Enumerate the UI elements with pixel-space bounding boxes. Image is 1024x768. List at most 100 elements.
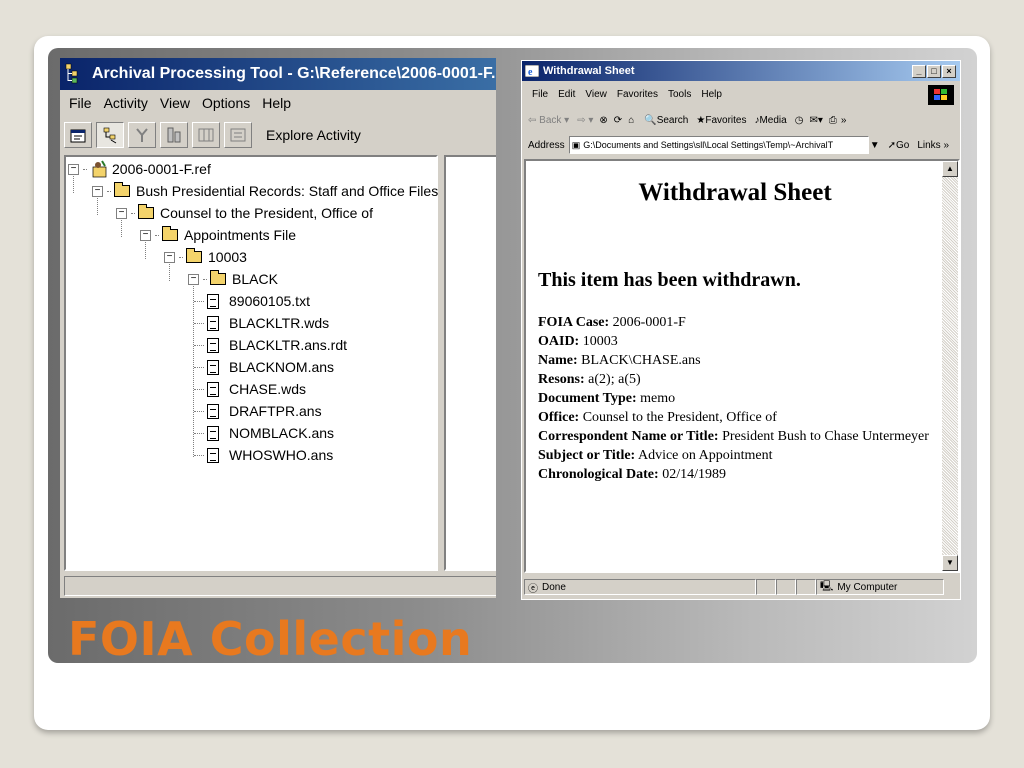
ie-menu-help[interactable]: Help — [701, 89, 722, 100]
document-icon — [207, 381, 219, 397]
apt-menu-file[interactable]: File — [69, 95, 92, 111]
tree-node-series[interactable]: − Bush Presidential Records: Staff and O… — [92, 181, 438, 201]
search-button[interactable]: 🔍Search — [644, 115, 688, 126]
status-text: Done — [542, 581, 566, 593]
history-icon[interactable]: ◷ — [795, 115, 804, 126]
scroll-down-icon[interactable]: ▼ — [942, 555, 958, 571]
minimize-icon[interactable]: _ — [912, 64, 926, 78]
collapse-icon[interactable]: − — [188, 273, 199, 285]
field-document-type: Document Type: memo — [538, 391, 675, 407]
stop-icon[interactable]: ⊗ — [599, 115, 607, 126]
ie-menu-edit[interactable]: Edit — [558, 89, 575, 100]
apt-menu-help[interactable]: Help — [262, 95, 291, 111]
print-icon[interactable]: ⎙ — [829, 115, 837, 126]
toolbar-overflow-icon[interactable]: » — [841, 115, 847, 126]
maximize-icon[interactable]: □ — [927, 64, 941, 78]
tree-label-root: 2006-0001-F.ref — [112, 161, 211, 177]
tree-label-series: Bush Presidential Records: Staff and Off… — [136, 183, 439, 199]
screenshot-frame: Archival Processing Tool - G:\Reference\… — [48, 48, 977, 663]
apt-detail-pane[interactable] — [444, 155, 496, 571]
tree-explore-icon — [103, 127, 117, 144]
ie-titlebar[interactable]: e Withdrawal Sheet _ □ × — [522, 61, 960, 81]
zone-text: My Computer — [837, 581, 898, 593]
tree-connector — [155, 234, 159, 236]
status-cell: ⓔ Done — [524, 579, 756, 595]
ie-menu-file[interactable]: File — [532, 89, 548, 100]
collapse-icon[interactable]: − — [140, 229, 151, 241]
tree-file-item[interactable]: NOMBLACK.ans — [194, 423, 334, 443]
go-button[interactable]: ➚Go — [888, 140, 910, 151]
forward-button[interactable]: ⇨ ▾ — [577, 115, 593, 126]
tree-file-item[interactable]: BLACKLTR.wds — [194, 313, 329, 333]
tree-node-folder[interactable]: − 10003 — [164, 247, 247, 267]
apt-title-text: Archival Processing Tool - G:\Reference\… — [92, 65, 496, 82]
apt-titlebar[interactable]: Archival Processing Tool - G:\Reference\… — [60, 58, 496, 90]
tree-node-subfolder[interactable]: − BLACK — [188, 269, 278, 289]
ie-menu-tools[interactable]: Tools — [668, 89, 691, 100]
tree-connector — [194, 322, 204, 324]
scroll-up-icon[interactable]: ▲ — [942, 161, 958, 177]
document-icon — [207, 293, 219, 309]
tree-file-label: WHOSWHO.ans — [229, 447, 334, 463]
field-foia-case: FOIA Case: 2006-0001-F — [538, 315, 686, 331]
collapse-icon[interactable]: − — [92, 185, 103, 197]
collapse-icon[interactable]: − — [164, 251, 175, 263]
tree-file-item[interactable]: BLACKLTR.ans.rdt — [194, 335, 347, 355]
apt-menu-activity[interactable]: Activity — [104, 95, 148, 111]
field-value: memo — [640, 391, 676, 406]
ie-status-bar: ⓔ Done 🖳 My Computer — [522, 577, 960, 597]
address-dropdown-icon[interactable]: ▼ — [870, 140, 880, 151]
tree-label-subseries: Appointments File — [184, 227, 297, 243]
tree-node-root[interactable]: − 2006-0001-F.ref — [68, 159, 211, 179]
back-button[interactable]: ⇦ Back ▾ — [528, 115, 569, 126]
ie-menu-favorites[interactable]: Favorites — [617, 89, 658, 100]
explore-activity-label: Explore Activity — [266, 127, 361, 143]
tree-node-subseries[interactable]: − Appointments File — [140, 225, 296, 245]
tree-connector — [107, 190, 111, 192]
tool-button-2[interactable] — [128, 122, 156, 148]
close-icon[interactable]: × — [942, 64, 956, 78]
archive-tree-view[interactable]: − 2006-0001-F.ref − Bush Presidential Re… — [64, 155, 438, 571]
mail-icon[interactable]: ✉▾ — [809, 115, 822, 126]
tree-file-item[interactable]: 89060105.txt — [194, 291, 310, 311]
address-input[interactable]: ▣ G:\Documents and Settings\sll\Local Se… — [568, 136, 869, 154]
vertical-scrollbar[interactable]: ▲ ▼ — [942, 161, 958, 571]
refresh-icon[interactable]: ⟳ — [614, 115, 622, 126]
search-label: Search — [656, 114, 689, 126]
collapse-icon[interactable]: − — [68, 163, 79, 175]
apt-menu-options[interactable]: Options — [202, 95, 250, 111]
tool-button-4[interactable] — [192, 122, 220, 148]
tree-file-item[interactable]: BLACKNOM.ans — [194, 357, 334, 377]
archive-tree-icon — [167, 127, 181, 143]
media-button[interactable]: ♪Media — [754, 115, 786, 126]
reference-file-icon — [90, 160, 108, 178]
links-button[interactable]: Links » — [917, 140, 949, 151]
properties-button[interactable] — [64, 122, 92, 148]
home-icon[interactable]: ⌂ — [628, 115, 634, 126]
properties-icon — [70, 129, 86, 143]
tree-connector — [83, 168, 87, 170]
favorites-button[interactable]: ★Favorites — [696, 115, 746, 126]
slide-title: FOIA Collection — [68, 612, 473, 666]
tree-node-office[interactable]: − Counsel to the President, Office of — [116, 203, 373, 223]
ie-toolbar: ⇦ Back ▾ ⇨ ▾ ⊗ ⟳ ⌂ 🔍Search ★Favorites ♪M… — [522, 109, 960, 131]
tree-file-item[interactable]: WHOSWHO.ans — [194, 445, 333, 465]
explore-activity-button[interactable] — [96, 122, 124, 148]
folder-icon — [138, 204, 154, 219]
tree-file-item[interactable]: DRAFTPR.ans — [194, 401, 322, 421]
tree-file-label: BLACKLTR.wds — [229, 315, 330, 331]
ie-menu-view[interactable]: View — [585, 89, 607, 100]
apt-menu-view[interactable]: View — [160, 95, 190, 111]
withdrawal-sheet-page[interactable]: Withdrawal Sheet This item has been with… — [524, 159, 960, 573]
tree-connector — [179, 256, 183, 258]
tool-button-3[interactable] — [160, 122, 188, 148]
withdrawn-notice: This item has been withdrawn. — [538, 269, 801, 291]
collapse-icon[interactable]: − — [116, 207, 127, 219]
tree-label-subfolder: BLACK — [232, 271, 278, 287]
tree-file-item[interactable]: CHASE.wds — [194, 379, 306, 399]
tree-file-label: BLACKNOM.ans — [229, 359, 335, 375]
back-label: Back — [539, 114, 562, 126]
field-label: Office: — [538, 410, 580, 425]
zone-cell: 🖳 My Computer — [816, 579, 944, 595]
tool-button-5[interactable] — [224, 122, 252, 148]
